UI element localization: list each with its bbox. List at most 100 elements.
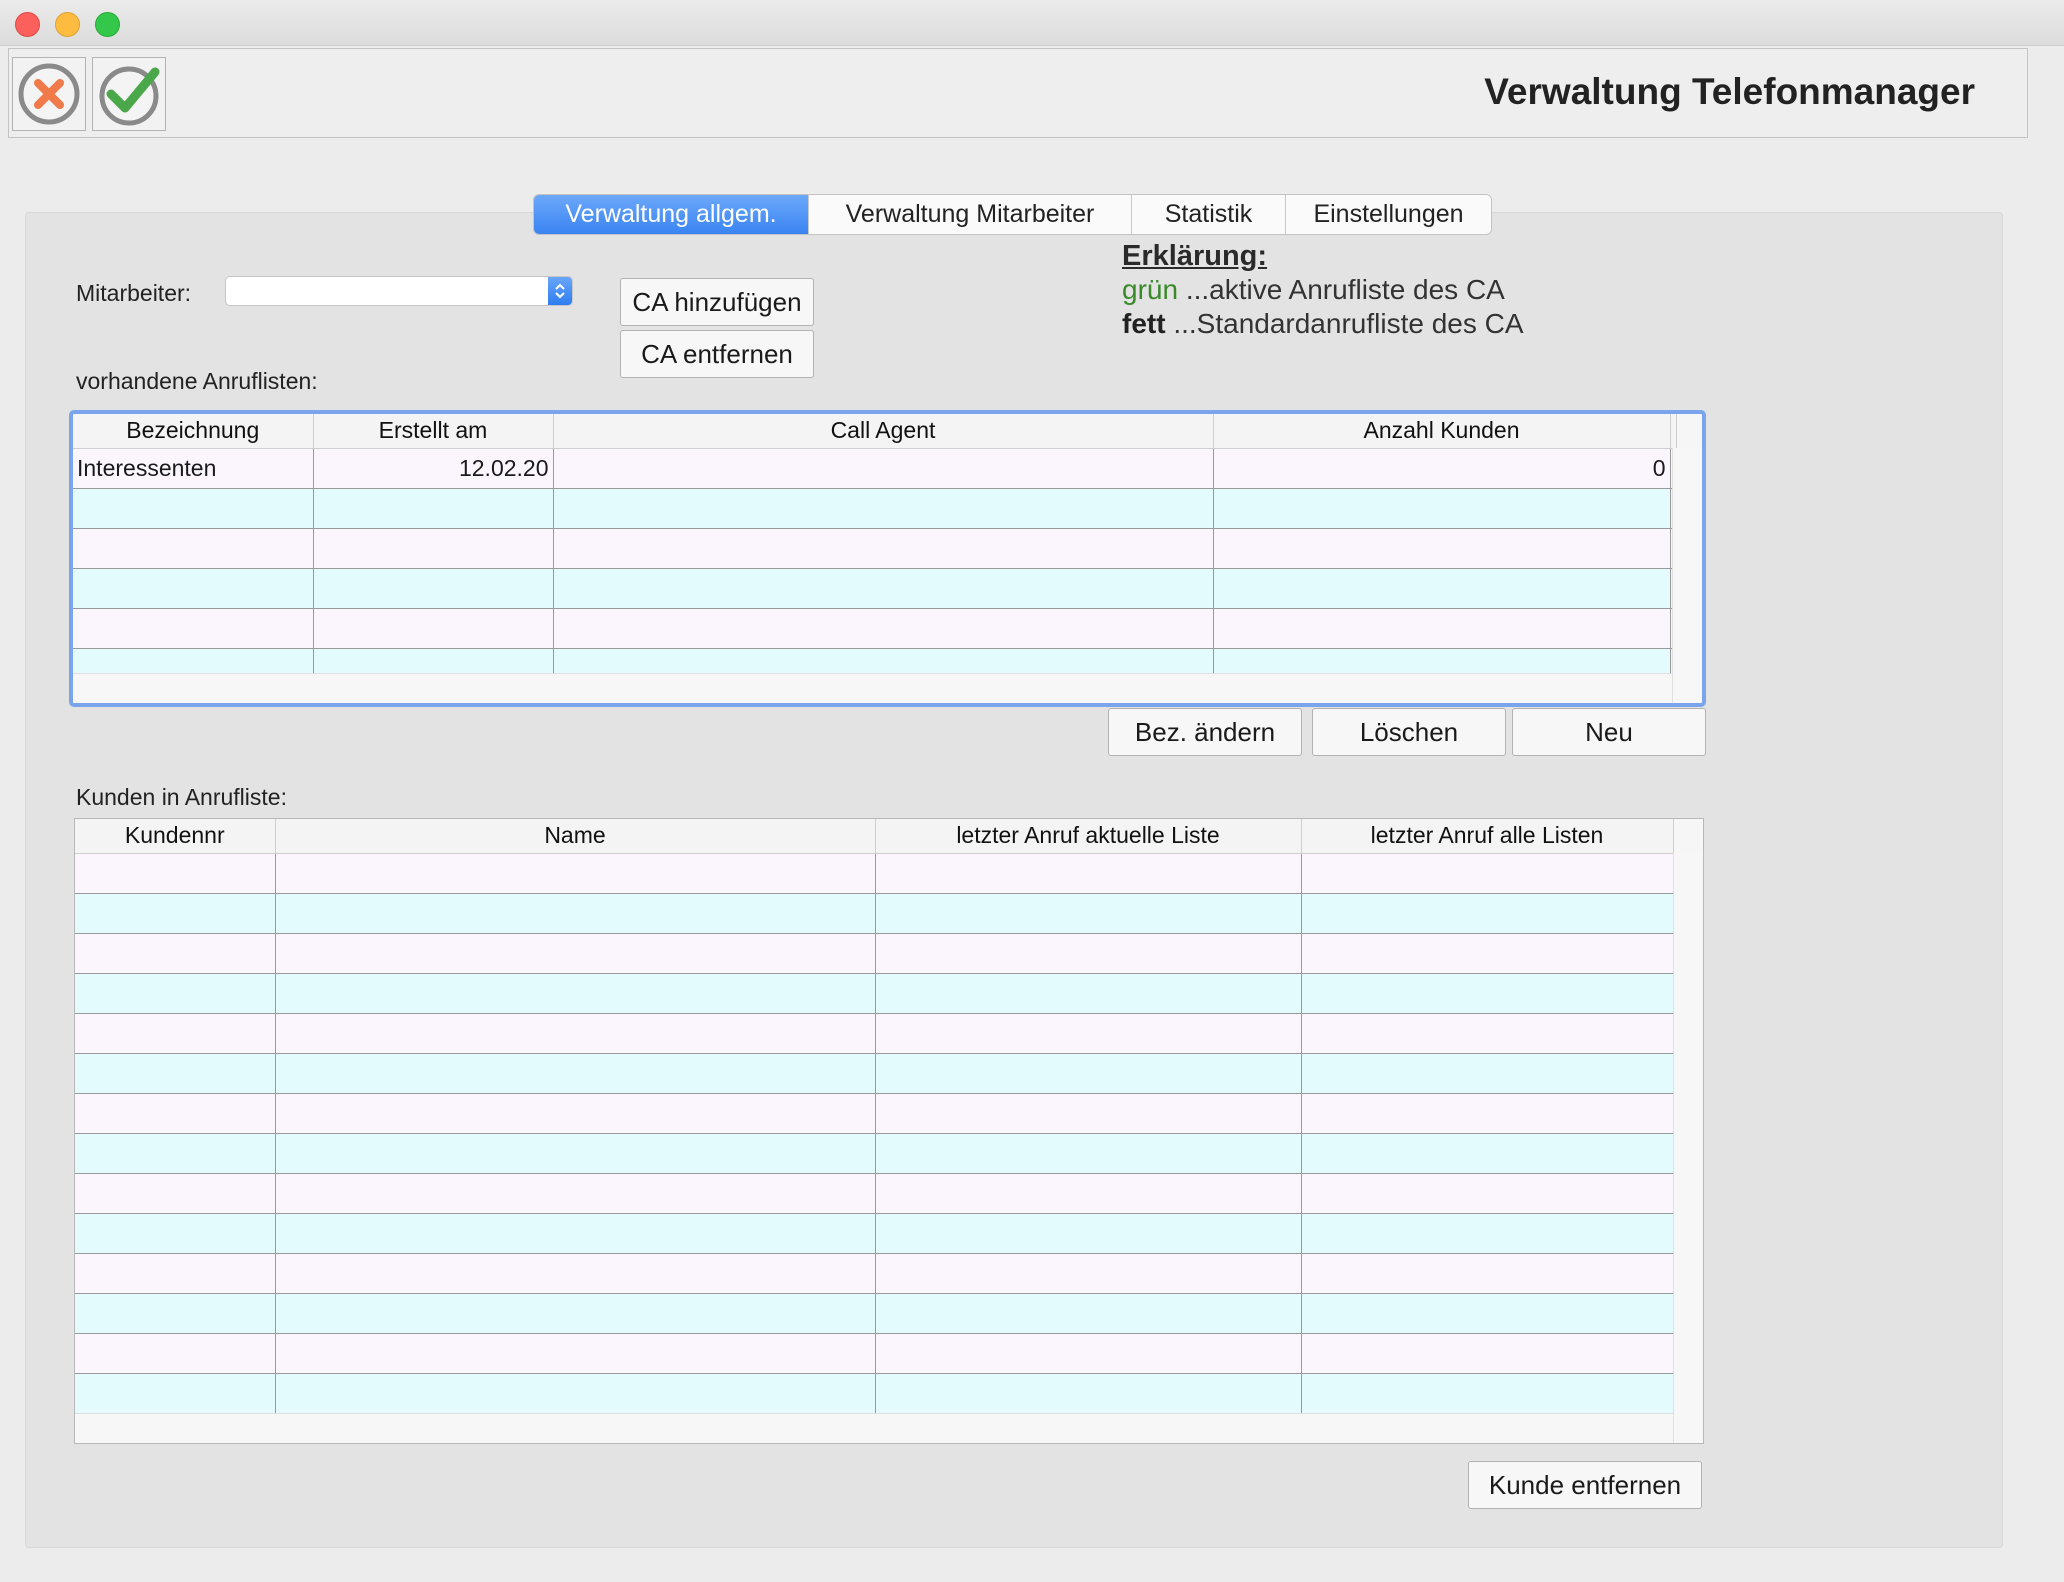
new-button[interactable]: Neu [1512,708,1706,756]
customer-row[interactable] [75,853,1674,894]
customer-cell[interactable] [275,1013,876,1054]
call-list-cell[interactable] [1213,528,1671,569]
customer-cell[interactable] [875,1253,1302,1294]
customer-cell[interactable] [875,1133,1302,1174]
tab-verwaltung-mitarbeiter[interactable]: Verwaltung Mitarbeiter [809,195,1132,234]
customer-cell[interactable] [275,1253,876,1294]
customer-row[interactable] [75,893,1674,934]
call-list-cell[interactable] [313,568,554,609]
customer-cell[interactable] [875,1293,1302,1334]
customer-cell[interactable] [1301,973,1674,1014]
customer-cell[interactable] [1301,1253,1674,1294]
call-lists-hscrollbar[interactable] [73,673,1672,703]
customer-cell[interactable] [75,1133,276,1174]
customer-cell[interactable] [875,1053,1302,1094]
customer-cell[interactable] [1301,1213,1674,1254]
minimize-window-button[interactable] [55,12,80,37]
customer-cell[interactable] [875,1173,1302,1214]
customer-cell[interactable] [875,1093,1302,1134]
customer-cell[interactable] [75,893,276,934]
customer-cell[interactable] [1301,853,1674,894]
customer-header[interactable]: Name [275,819,876,854]
customer-row[interactable] [75,1253,1674,1294]
customer-cell[interactable] [1301,1173,1674,1214]
customer-cell[interactable] [875,1213,1302,1254]
call-list-cell[interactable] [313,608,554,649]
call-list-cell[interactable]: 0 [1213,448,1671,489]
delete-button[interactable]: Löschen [1312,708,1506,756]
customer-cell[interactable] [75,973,276,1014]
call-lists-table[interactable]: Bezeichnung Erstellt am Call Agent Anzahl K… [69,410,1706,707]
customer-cell[interactable] [75,1053,276,1094]
customer-cell[interactable] [1301,1293,1674,1334]
call-list-cell[interactable] [553,448,1214,489]
call-list-cell[interactable] [73,568,314,609]
customer-row[interactable] [75,1173,1674,1214]
call-list-row[interactable] [73,608,1677,649]
customer-cell[interactable] [75,1013,276,1054]
call-list-cell[interactable] [1213,568,1671,609]
customer-cell[interactable] [1301,893,1674,934]
call-list-cell[interactable] [313,528,554,569]
customer-cell[interactable] [75,1253,276,1294]
customer-cell[interactable] [275,853,876,894]
call-list-cell[interactable] [73,608,314,649]
customer-row[interactable] [75,1093,1674,1134]
call-lists-scrollbar[interactable] [1672,448,1702,703]
customer-cell[interactable] [275,1333,876,1374]
zoom-window-button[interactable] [95,12,120,37]
customer-cell[interactable] [875,973,1302,1014]
customer-row[interactable] [75,973,1674,1014]
customer-row[interactable] [75,1053,1674,1094]
customer-cell[interactable] [875,1333,1302,1374]
call-list-cell[interactable] [553,608,1214,649]
customer-cell[interactable] [875,853,1302,894]
customer-row[interactable] [75,1213,1674,1254]
customer-row[interactable] [75,1293,1674,1334]
customer-cell[interactable] [275,893,876,934]
tab-verwaltung-allgem[interactable]: Verwaltung allgem. [534,195,809,234]
rename-button[interactable]: Bez. ändern [1108,708,1302,756]
ca-remove-button[interactable]: CA entfernen [620,330,814,378]
customer-cell[interactable] [1301,1333,1674,1374]
call-list-row[interactable] [73,488,1677,529]
call-list-cell[interactable] [553,568,1214,609]
call-list-cell[interactable] [73,488,314,529]
call-list-cell[interactable] [73,528,314,569]
customer-cell[interactable] [275,1053,876,1094]
customer-cell[interactable] [275,1173,876,1214]
customer-header[interactable]: Kundennr [75,819,276,854]
customer-cell[interactable] [275,1293,876,1334]
customer-cell[interactable] [275,1093,876,1134]
customer-cell[interactable] [1301,933,1674,974]
customer-cell[interactable] [75,853,276,894]
customer-cell[interactable] [75,1093,276,1134]
customer-cell[interactable] [75,1293,276,1334]
call-list-cell[interactable] [1213,488,1671,529]
cancel-button[interactable] [12,57,86,131]
customer-cell[interactable] [275,1133,876,1174]
call-list-row[interactable] [73,528,1677,569]
customer-cell[interactable] [75,1213,276,1254]
remove-customer-button[interactable]: Kunde entfernen [1468,1461,1702,1509]
call-list-cell[interactable] [313,488,554,529]
customer-row[interactable] [75,1133,1674,1174]
tab-einstellungen[interactable]: Einstellungen [1286,195,1491,234]
customer-row[interactable] [75,933,1674,974]
customer-cell[interactable] [1301,1013,1674,1054]
call-list-header[interactable]: Anzahl Kunden [1213,414,1671,449]
call-list-cell[interactable]: 12.02.20 [313,448,554,489]
customer-row[interactable] [75,1013,1674,1054]
customer-cell[interactable] [875,933,1302,974]
tab-statistik[interactable]: Statistik [1132,195,1286,234]
customer-row[interactable] [75,1373,1674,1414]
customer-cell[interactable] [875,1013,1302,1054]
customer-cell[interactable] [1301,1093,1674,1134]
call-list-cell[interactable] [553,528,1214,569]
customers-scrollbar[interactable] [1673,853,1703,1443]
customer-cell[interactable] [875,893,1302,934]
customer-header[interactable]: letzter Anruf alle Listen [1301,819,1674,854]
confirm-button[interactable] [92,57,166,131]
customers-hscrollbar[interactable] [75,1413,1673,1443]
customer-cell[interactable] [1301,1373,1674,1414]
